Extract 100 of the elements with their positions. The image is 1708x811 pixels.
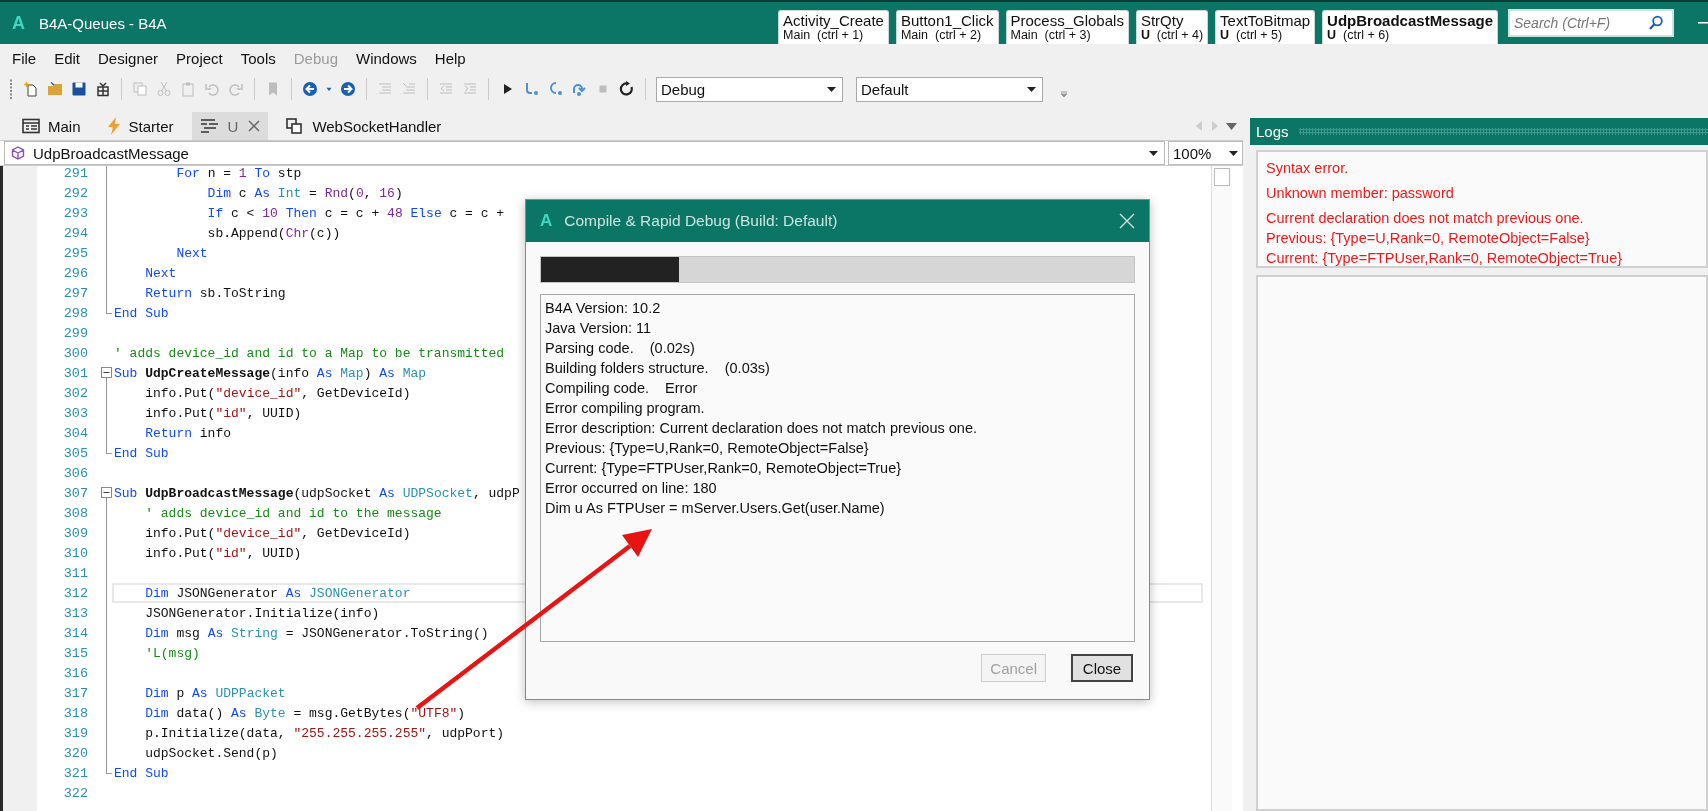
new-file-icon[interactable]	[23, 81, 39, 97]
code-line: End Sub	[114, 305, 169, 321]
code-line: info.Put("device_id", GetDeviceId)	[144, 385, 411, 401]
code-line: End Sub	[114, 445, 169, 461]
class-icon	[286, 118, 305, 134]
line-number: 309	[62, 525, 88, 541]
fold-toggle-icon[interactable]	[101, 367, 112, 378]
zoom-dropdown[interactable]: 100%	[1168, 141, 1243, 165]
code-line: 'L(msg)	[144, 645, 200, 661]
code-line: Return info	[144, 425, 232, 441]
output-line: Error compiling program.	[545, 399, 706, 418]
code-line: JSONGenerator.Initialize(info)	[144, 605, 380, 621]
document-tab[interactable]: Main	[14, 112, 89, 140]
code-line: For n = 1 To stp	[175, 166, 302, 181]
folder-icon[interactable]	[47, 81, 63, 97]
document-tab[interactable]: WebSocketHandler	[278, 112, 450, 140]
toolbar-grip-icon[interactable]	[10, 78, 13, 100]
code-line: Dim data() As Byte = msg.GetBytes("UTF8")	[144, 705, 466, 721]
code-line: Dim msg As String = JSONGenerator.ToString()	[144, 625, 489, 641]
code-line: Next	[175, 245, 208, 261]
code-line: udpSocket.Send(p)	[144, 745, 278, 761]
line-number: 307	[62, 485, 88, 501]
line-number: 300	[62, 345, 88, 361]
search-icon	[1648, 15, 1664, 31]
code-line: info.Put("device_id", GetDeviceId)	[144, 525, 411, 541]
line-number: 316	[62, 665, 88, 681]
line-number: 293	[62, 205, 88, 221]
fold-toggle-icon[interactable]	[101, 487, 112, 498]
panel-grip[interactable]	[1298, 128, 1708, 135]
output-line: Java Version: 11	[545, 319, 653, 338]
code-line: sb.Append(Chr(c))	[206, 225, 341, 241]
step-into-icon[interactable]	[523, 81, 539, 97]
app-logo: A	[540, 211, 553, 231]
line-number: 292	[62, 185, 88, 201]
menu-item[interactable]: Help	[425, 49, 475, 67]
line-number: 312	[62, 585, 88, 601]
step-out-icon[interactable]	[571, 81, 587, 97]
menu-item[interactable]: Windows	[347, 49, 426, 67]
window-title: B4A-Queues - B4A	[39, 14, 167, 32]
line-number: 301	[62, 365, 88, 381]
step-over-icon[interactable]	[547, 81, 563, 97]
line-number: 322	[62, 785, 88, 801]
menu-item[interactable]: Designer	[89, 49, 168, 67]
line-number: 311	[62, 565, 88, 581]
quick-tab[interactable]: UdpBroadcastMessage U (ctrl + 6)	[1322, 9, 1498, 44]
output-line: Dim u As FTPUser = mServer.Users.Get(user.Name)	[545, 499, 886, 518]
caret-icon	[1149, 150, 1158, 156]
search-field[interactable]: Search (Ctrl+F)	[1510, 11, 1646, 35]
sub-dropdown[interactable]: UdpBroadcastMessage	[4, 141, 1165, 165]
quick-tab[interactable]: Activity_Create Main (ctrl + 1)	[778, 9, 889, 44]
document-tab[interactable]: Starter	[98, 112, 182, 140]
dialog-title: Compile & Rapid Debug (Build: Default)	[564, 212, 839, 230]
forward-icon[interactable]	[340, 81, 356, 97]
package-icon[interactable]	[95, 81, 111, 97]
quick-tab[interactable]: TextToBitmap U (ctrl + 5)	[1215, 9, 1316, 44]
close-icon[interactable]	[248, 120, 261, 132]
minimize-icon[interactable]	[1698, 21, 1708, 25]
line-number: 298	[62, 305, 88, 321]
code-line: Dim c As Int = Rnd(0, 16)	[206, 185, 403, 201]
overflow-icon[interactable]	[1060, 90, 1068, 98]
output-line: Building folders structure. (0.03s)	[545, 359, 771, 378]
build-dropdown[interactable]: Debug	[656, 76, 843, 102]
output-line: Error occurred on line: 180	[545, 479, 718, 498]
restart-icon[interactable]	[619, 81, 635, 97]
scrollbar[interactable]	[1211, 166, 1232, 811]
output-line: Parsing code. (0.02s)	[545, 339, 696, 358]
lightning-icon	[106, 117, 121, 135]
quick-tab[interactable]: StrQty U (ctrl + 4)	[1135, 9, 1209, 44]
line-number: 299	[62, 325, 88, 341]
dialog-button[interactable]: Close	[1071, 654, 1133, 682]
code-line: info.Put("id", UUID)	[144, 405, 302, 421]
build-dropdown[interactable]: Default	[856, 76, 1043, 102]
line-number: 305	[62, 445, 88, 461]
line-number: 319	[62, 725, 88, 741]
line-number: 294	[62, 225, 88, 241]
search-box[interactable]: Search (Ctrl+F)	[1508, 9, 1674, 37]
line-number: 313	[62, 605, 88, 621]
panel-title: Logs	[1256, 123, 1289, 140]
code-line: Sub UdpCreateMessage(info As Map) As Map	[114, 365, 427, 381]
cube-icon	[11, 146, 25, 160]
quick-tab[interactable]: Process_Globals Main (ctrl + 3)	[1005, 9, 1129, 44]
save-icon[interactable]	[71, 81, 87, 97]
line-number: 304	[62, 425, 88, 441]
code-line: Dim JSONGenerator As JSONGenerator	[144, 585, 411, 601]
line-number: 315	[62, 645, 88, 661]
code-line: Sub UdpBroadcastMessage(udpSocket As UDPSocket, udpP	[114, 485, 520, 501]
log-message: Unknown member: password	[1266, 184, 1455, 203]
back-icon[interactable]	[302, 81, 318, 97]
menu-item[interactable]: Tools	[231, 49, 285, 67]
quick-tab[interactable]: Button1_Click Main (ctrl + 2)	[895, 9, 999, 44]
line-number: 303	[62, 405, 88, 421]
line-number: 308	[62, 505, 88, 521]
code-line: Return sb.ToString	[144, 285, 286, 301]
menu-item[interactable]: Edit	[45, 49, 90, 67]
menu-item[interactable]: Project	[167, 49, 232, 67]
code-line: p.Initialize(data, "255.255.255.255", udpPort)	[144, 725, 505, 741]
dropdown-icon[interactable]	[1226, 122, 1237, 130]
document-tab[interactable]: U	[191, 112, 269, 140]
line-number: 306	[62, 465, 88, 481]
menu-item[interactable]: File	[3, 49, 46, 67]
